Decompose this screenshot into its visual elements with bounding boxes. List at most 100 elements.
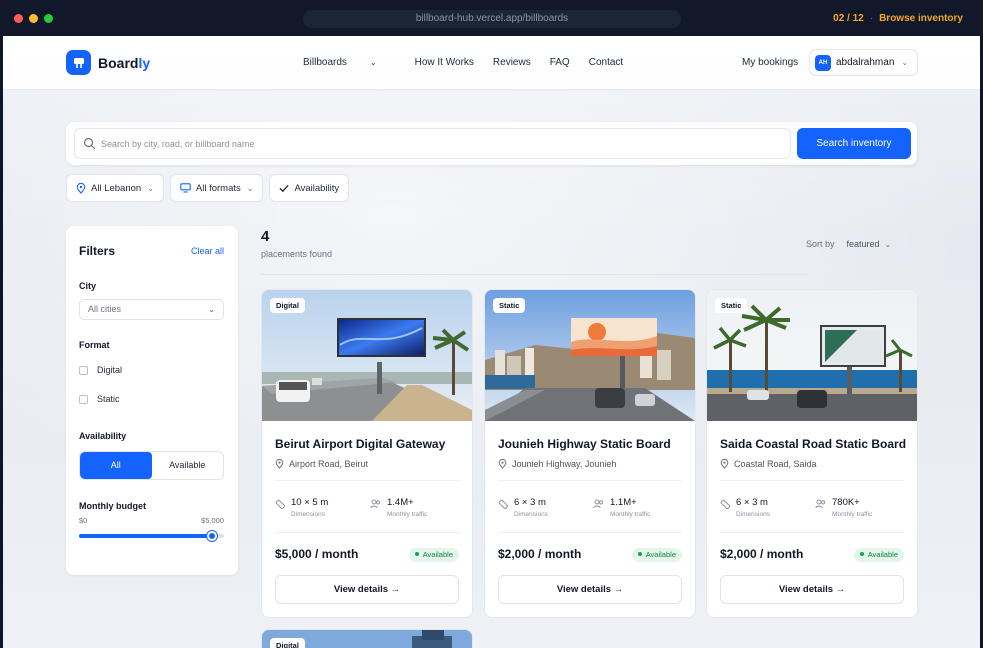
budget-label: Monthly budget	[79, 501, 146, 511]
view-details-button[interactable]: View details →	[720, 575, 904, 604]
close-window-dot[interactable]	[14, 14, 23, 23]
view-details-button[interactable]: View details →	[275, 575, 459, 604]
availability-filter-chip[interactable]: Availability	[269, 174, 350, 202]
billboard-card[interactable]: Digital Beirut Airport Digital Gateway A…	[261, 289, 473, 618]
location-pin-icon	[498, 459, 507, 469]
nav-billboards[interactable]: Billboards ⌄	[303, 57, 396, 68]
monitor-icon	[180, 183, 191, 193]
chevron-down-icon: ⌄	[208, 305, 215, 314]
check-icon	[279, 184, 289, 193]
availability-available-option[interactable]: Available	[152, 452, 224, 479]
card-title[interactable]: Saida Coastal Road Static Board	[720, 437, 906, 451]
browse-inventory-link[interactable]: Browse inventory	[879, 13, 963, 24]
city-select[interactable]: All cities ⌄	[79, 299, 224, 320]
location-pin-icon	[76, 182, 86, 194]
traffic-stat: 1.4M+ Monthly traffic	[370, 497, 427, 518]
logo-wordmark: Boardly	[98, 54, 151, 71]
clear-all-link[interactable]: Clear all	[191, 246, 224, 256]
divider	[498, 532, 682, 533]
city-label: City	[79, 281, 97, 291]
divider	[498, 480, 682, 481]
search-inventory-button[interactable]: Search inventory	[797, 128, 911, 159]
card-title[interactable]: Beirut Airport Digital Gateway	[275, 437, 445, 451]
view-details-button[interactable]: View details →	[498, 575, 682, 604]
location-pin-icon	[275, 459, 284, 469]
logo[interactable]: Boardly	[66, 50, 150, 75]
address-bar[interactable]: billboard-hub.vercel.app/billboards	[303, 10, 681, 28]
users-icon	[370, 499, 381, 509]
format-filter-chip[interactable]: All formats ⌄	[169, 174, 264, 202]
divider	[720, 532, 904, 533]
checkbox[interactable]	[79, 365, 88, 375]
budget-min: $0	[79, 516, 88, 525]
nav-reviews[interactable]: Reviews	[493, 57, 531, 68]
card-location: Airport Road, Beirut	[275, 459, 368, 469]
billboard-card[interactable]: Static Jounieh Highway Static Board Joun…	[484, 289, 696, 618]
dimensions-stat: 6 × 3 m Dimensions	[498, 497, 548, 518]
users-icon	[815, 499, 826, 509]
arrow-right-icon: →	[390, 584, 401, 595]
card-title[interactable]: Jounieh Highway Static Board	[498, 437, 671, 451]
availability-label: Availability	[79, 431, 127, 441]
checkbox[interactable]	[79, 394, 88, 404]
budget-slider[interactable]	[79, 531, 224, 541]
billboard-logo-icon	[66, 50, 91, 75]
card-price: $2,000 / month	[720, 547, 804, 561]
nav-how-it-works[interactable]: How It Works	[415, 57, 474, 68]
filters-panel: Filters Clear all City All cities ⌄ Forma…	[66, 226, 238, 575]
format-badge: Static	[715, 298, 748, 313]
location-filter-chip[interactable]: All Lebanon ⌄	[66, 174, 164, 202]
billboard-card[interactable]: Digital	[261, 629, 473, 648]
chevron-down-icon: ⌄	[147, 183, 154, 193]
avatar: AH	[815, 54, 831, 71]
card-location: Coastal Road, Saida	[720, 459, 817, 469]
search-icon	[83, 137, 96, 150]
slider-thumb[interactable]	[207, 531, 218, 541]
chevron-down-icon: ⌄	[246, 183, 254, 193]
sort-dropdown[interactable]: Sort by featured ⌄	[806, 239, 891, 249]
chevron-down-icon: ⌄	[901, 58, 909, 67]
search-bar: Search inventory	[66, 122, 917, 165]
dimensions-stat: 6 × 3 m Dimensions	[720, 497, 770, 518]
traffic-stat: 780K+ Monthly traffic	[815, 497, 872, 518]
format-static-checkbox[interactable]: Static	[79, 394, 120, 404]
format-badge: Digital	[270, 638, 305, 648]
arrow-right-icon: →	[613, 584, 624, 595]
chevron-down-icon: ⌄	[369, 58, 377, 67]
format-badge: Static	[493, 298, 526, 313]
users-icon	[593, 499, 604, 509]
status-badge: Available	[631, 548, 682, 562]
card-location: Jounieh Highway, Jounieh	[498, 459, 616, 469]
dimensions-stat: 10 × 5 m Dimensions	[275, 497, 328, 518]
nav-faq[interactable]: FAQ	[550, 57, 570, 68]
traffic-stat: 1.1M+ Monthly traffic	[593, 497, 650, 518]
format-label: Format	[79, 340, 110, 350]
location-pin-icon	[720, 459, 729, 469]
ruler-icon	[498, 499, 508, 509]
results-count-label: placements found	[261, 249, 333, 259]
search-input[interactable]	[101, 129, 781, 158]
status-badge: Available	[408, 548, 459, 562]
ruler-icon	[720, 499, 730, 509]
slider-fill	[79, 534, 213, 538]
arrow-right-icon: →	[835, 584, 846, 595]
user-menu-button[interactable]: AH abdalrahman ⌄	[809, 49, 918, 76]
maximize-window-dot[interactable]	[44, 14, 53, 23]
search-field	[74, 128, 791, 159]
tour-progress: 02 / 12 · Browse inventory	[833, 13, 963, 24]
filters-title: Filters	[79, 244, 116, 258]
availability-all-option[interactable]: All	[80, 452, 152, 479]
top-navbar: Boardly Billboards ⌄ How It Works Reviews…	[3, 36, 980, 90]
billboard-card[interactable]: Static Saida Coastal Road Static Board C…	[706, 289, 918, 618]
minimize-window-dot[interactable]	[29, 14, 38, 23]
my-bookings-link[interactable]: My bookings	[742, 57, 798, 68]
format-digital-checkbox[interactable]: Digital	[79, 365, 122, 375]
quick-filters: All Lebanon ⌄ All formats ⌄ Availability	[66, 174, 355, 202]
nav-contact[interactable]: Contact	[589, 57, 623, 68]
divider	[720, 480, 904, 481]
availability-toggle: All Available	[79, 451, 224, 480]
divider	[261, 274, 806, 275]
results-count: 4	[261, 228, 270, 245]
browser-chrome: billboard-hub.vercel.app/billboards 02 /…	[0, 0, 983, 36]
page: Boardly Billboards ⌄ How It Works Reviews…	[3, 36, 980, 648]
